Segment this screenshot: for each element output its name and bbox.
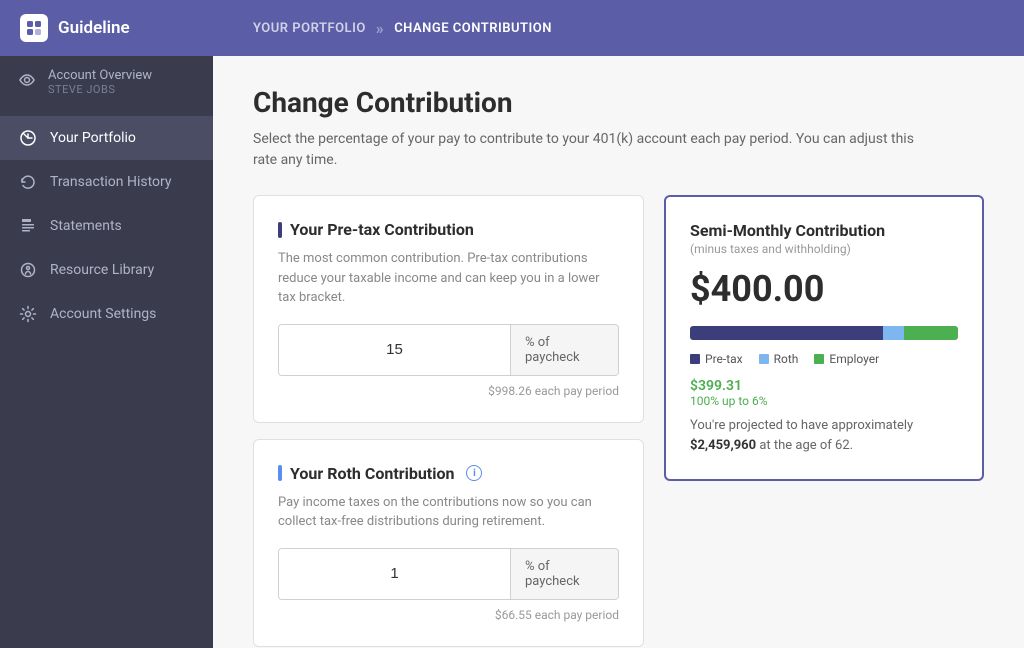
- statements-icon: [18, 216, 38, 236]
- pretax-accent-bar: [278, 222, 282, 238]
- semi-title: Semi-Monthly Contribution: [690, 221, 958, 240]
- account-user-label: STEVE JOBS: [48, 83, 152, 96]
- semi-subtitle: (minus taxes and withholding): [690, 242, 958, 256]
- contribution-grid: Your Pre-tax Contribution The most commo…: [253, 195, 984, 647]
- pretax-input[interactable]: [279, 325, 510, 375]
- pretax-note: $998.26 each pay period: [278, 384, 619, 398]
- sidebar-item-resource-library[interactable]: Resource Library: [0, 248, 213, 292]
- pretax-card: Your Pre-tax Contribution The most commo…: [253, 195, 644, 423]
- bar-employer: [904, 326, 958, 340]
- projection-amount: $2,459,960: [690, 438, 756, 453]
- top-nav: Guideline YOUR PORTFOLIO » CHANGE CONTRI…: [0, 0, 1024, 56]
- sidebar-label-statements: Statements: [50, 218, 122, 234]
- history-icon: [18, 172, 38, 192]
- sidebar-item-account-overview[interactable]: Account Overview STEVE JOBS: [0, 56, 213, 108]
- legend-label-roth: Roth: [774, 352, 799, 366]
- logo-area: Guideline: [20, 0, 233, 56]
- sidebar-item-statements[interactable]: Statements: [0, 204, 213, 248]
- settings-icon: [18, 304, 38, 324]
- bar-legend: Pre-tax Roth Employer: [690, 352, 958, 366]
- eye-icon: [18, 71, 36, 93]
- roth-input[interactable]: [279, 549, 510, 599]
- pretax-card-title: Your Pre-tax Contribution: [278, 220, 619, 239]
- resource-icon: [18, 260, 38, 280]
- contribution-forms: Your Pre-tax Contribution The most commo…: [253, 195, 644, 647]
- page-title: Change Contribution: [253, 86, 984, 119]
- semi-monthly-card: Semi-Monthly Contribution (minus taxes a…: [664, 195, 984, 481]
- roth-note: $66.55 each pay period: [278, 608, 619, 622]
- roth-suffix: % of paycheck: [510, 549, 618, 599]
- page-description: Select the percentage of your pay to con…: [253, 129, 933, 171]
- roth-title-text: Your Roth Contribution: [290, 464, 454, 483]
- account-name-label: Account Overview: [48, 68, 152, 83]
- breadcrumb-parent[interactable]: YOUR PORTFOLIO: [253, 21, 366, 36]
- sidebar: Account Overview STEVE JOBS Your Portfol…: [0, 56, 213, 648]
- sidebar-label-account-settings: Account Settings: [50, 306, 156, 322]
- sidebar-item-your-portfolio[interactable]: Your Portfolio: [0, 116, 213, 160]
- pretax-description: The most common contribution. Pre-tax co…: [278, 249, 619, 308]
- employer-match: $399.31 100% up to 6%: [690, 378, 958, 408]
- sidebar-item-account-settings[interactable]: Account Settings: [0, 292, 213, 336]
- pretax-title-text: Your Pre-tax Contribution: [290, 220, 474, 239]
- legend-label-pretax: Pre-tax: [705, 352, 743, 366]
- breadcrumb-current: CHANGE CONTRIBUTION: [394, 21, 552, 36]
- legend-pretax: Pre-tax: [690, 352, 743, 366]
- pretax-suffix: % of paycheck: [510, 325, 618, 375]
- roth-description: Pay income taxes on the contributions no…: [278, 493, 619, 532]
- contribution-bar: [690, 326, 958, 340]
- logo-icon: [20, 14, 48, 42]
- sidebar-label-resource-library: Resource Library: [50, 262, 154, 278]
- breadcrumb: YOUR PORTFOLIO » CHANGE CONTRIBUTION: [253, 19, 552, 38]
- sidebar-label-transaction-history: Transaction History: [50, 174, 172, 190]
- portfolio-icon: [18, 128, 38, 148]
- bar-pretax: [690, 326, 883, 340]
- legend-dot-roth: [759, 354, 769, 364]
- legend-employer: Employer: [814, 352, 879, 366]
- breadcrumb-separator: »: [376, 19, 384, 38]
- sidebar-nav: Your Portfolio Transaction History: [0, 108, 213, 344]
- match-desc: 100% up to 6%: [690, 394, 958, 408]
- roth-card-title: Your Roth Contribution i: [278, 464, 619, 483]
- sidebar-label-your-portfolio: Your Portfolio: [50, 130, 136, 146]
- legend-dot-pretax: [690, 354, 700, 364]
- account-info: Account Overview STEVE JOBS: [48, 68, 152, 96]
- logo-text: Guideline: [58, 18, 130, 38]
- match-amount: $399.31: [690, 378, 958, 394]
- main-content: Change Contribution Select the percentag…: [213, 56, 1024, 648]
- legend-roth: Roth: [759, 352, 799, 366]
- roth-card: Your Roth Contribution i Pay income taxe…: [253, 439, 644, 647]
- projection-prefix: You're projected to have approximately: [690, 418, 913, 433]
- bar-roth: [883, 326, 904, 340]
- pretax-input-row: % of paycheck: [278, 324, 619, 376]
- legend-label-employer: Employer: [829, 352, 879, 366]
- roth-input-row: % of paycheck: [278, 548, 619, 600]
- projection-suffix: at the age of 62.: [759, 438, 853, 453]
- legend-dot-employer: [814, 354, 824, 364]
- roth-info-icon[interactable]: i: [466, 465, 482, 481]
- roth-accent-bar: [278, 465, 282, 481]
- sidebar-item-transaction-history[interactable]: Transaction History: [0, 160, 213, 204]
- semi-amount: $400.00: [690, 268, 958, 310]
- projection-text: You're projected to have approximately $…: [690, 416, 958, 455]
